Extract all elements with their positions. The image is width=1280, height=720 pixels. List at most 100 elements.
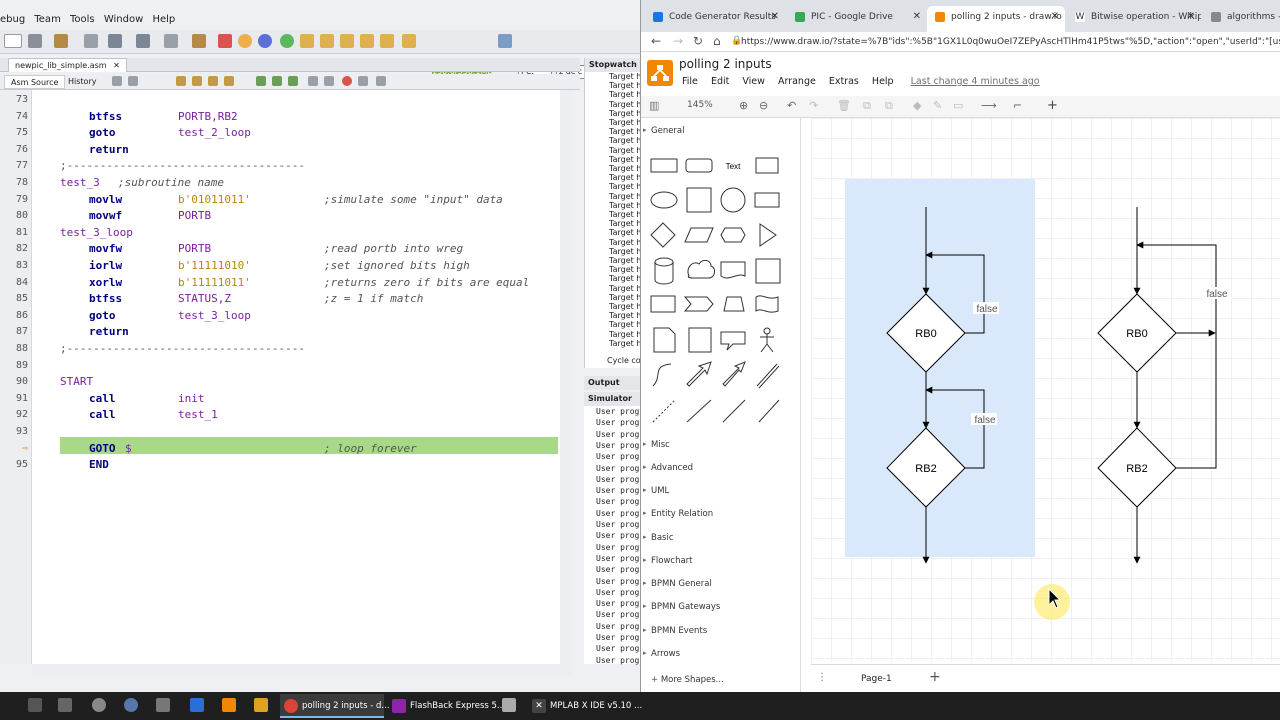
stop-macro-icon[interactable] [358, 76, 368, 86]
menu-edit[interactable]: Edit [711, 76, 729, 87]
back-arrow-icon[interactable]: ← [651, 34, 661, 48]
cylinder-shape-icon[interactable] [654, 257, 674, 285]
menu-extras[interactable]: Extras [829, 76, 859, 87]
set-pc-icon[interactable] [380, 34, 394, 48]
home-icon[interactable]: ⌂ [713, 34, 721, 48]
back-icon[interactable] [112, 76, 122, 86]
textbox-shape-icon[interactable] [755, 157, 779, 174]
code-line[interactable]: END [32, 457, 560, 473]
delete-icon[interactable]: 🗑 [837, 99, 851, 112]
pause-icon[interactable] [238, 34, 252, 48]
vertical-scrollbar[interactable] [560, 90, 572, 664]
code-line[interactable]: START [32, 374, 560, 390]
shift-left-icon[interactable] [308, 76, 318, 86]
close-icon[interactable]: ✕ [113, 61, 120, 70]
url-input[interactable]: https://www.draw.io/?state=%7B"ids":%5B"… [741, 34, 1280, 50]
menu-arrange[interactable]: Arrange [778, 76, 816, 87]
app-icon-4[interactable] [190, 698, 204, 712]
rectangle-shape-icon[interactable] [650, 158, 678, 173]
menu-help[interactable]: Help [872, 76, 894, 87]
section-entity-relation[interactable]: Entity Relation [643, 509, 713, 519]
ellipse-shape-icon[interactable] [650, 191, 678, 209]
redo-icon[interactable]: ↷ [809, 99, 818, 112]
circle-shape-icon[interactable] [720, 187, 746, 213]
menu-window[interactable]: Window [104, 14, 143, 25]
document-shape-icon[interactable] [720, 261, 746, 279]
code-line[interactable]: return [32, 142, 560, 158]
to-back-icon[interactable]: ⧉ [885, 99, 893, 113]
step-out-icon[interactable] [340, 34, 354, 48]
right-flowchart[interactable]: RB0 RB2 false [1097, 207, 1231, 564]
shift-right-icon[interactable] [324, 76, 334, 86]
zoom-level[interactable]: 145% [687, 100, 713, 110]
find-prev-icon[interactable] [192, 76, 202, 86]
taskbar-chrome-drawio[interactable]: polling 2 inputs - d... [280, 694, 390, 718]
toggle-bookmark-icon[interactable] [288, 76, 298, 86]
bidirectional-arrow-shape-icon[interactable] [686, 361, 712, 387]
dashed-line-shape-icon[interactable] [652, 399, 676, 423]
next-bookmark-icon[interactable] [272, 76, 282, 86]
section-flowchart[interactable]: Flowchart [643, 556, 692, 566]
square-shape-icon[interactable] [686, 187, 712, 213]
curve-shape-icon[interactable] [652, 363, 672, 387]
code-line[interactable]: call init [32, 391, 560, 407]
section-uml[interactable]: UML [643, 486, 669, 496]
microphone-icon[interactable] [28, 698, 42, 712]
prev-bookmark-icon[interactable] [256, 76, 266, 86]
code-editor[interactable]: btfss PORTB,RB2 goto test_2_loop return ;----… [32, 90, 560, 664]
menu-debug[interactable]: ebug [0, 14, 25, 25]
file-tab-newpic-lib-simple[interactable]: newpic_lib_simple.asm ✕ [8, 58, 127, 72]
reload-icon[interactable]: ↻ [693, 34, 703, 48]
config-dropdown[interactable] [4, 34, 22, 48]
step-into-icon[interactable] [320, 34, 334, 48]
stopwatch-title[interactable]: Stopwatch [585, 58, 640, 72]
code-line[interactable]: movfw PORTB ;read portb into wreg [32, 241, 560, 257]
code-line[interactable]: test_3 ;subroutine name [32, 175, 560, 191]
browser-tab-drawio[interactable]: polling 2 inputs - draw.io ✕ [927, 6, 1065, 32]
tab-asm-source[interactable]: Asm Source [4, 75, 66, 89]
browser-tab-wikipedia[interactable]: W Bitwise operation - Wikipec ✕ [1067, 6, 1201, 32]
table-shape-icon[interactable] [755, 258, 781, 284]
app-icon-6[interactable] [502, 698, 516, 712]
make-icon[interactable] [192, 34, 206, 48]
code-line[interactable]: xorlw b'11111011' ;returns zero if bits ar… [32, 275, 560, 291]
last-change-link[interactable]: Last change 4 minutes ago [911, 76, 1040, 87]
insert-plus-icon[interactable]: + [1047, 98, 1058, 113]
trapezoid-shape-icon[interactable] [723, 296, 745, 312]
close-tab-icon[interactable]: ✕ [1051, 6, 1059, 28]
browser-tab-google-drive[interactable]: PIC - Google Drive ✕ [787, 6, 927, 32]
forward-icon[interactable] [128, 76, 138, 86]
code-line[interactable] [32, 358, 560, 374]
find-icon[interactable] [176, 76, 186, 86]
code-line[interactable]: goto test_3_loop [32, 308, 560, 324]
rounded-rectangle-shape-icon[interactable] [685, 158, 713, 173]
close-tab-icon[interactable]: ✕ [913, 6, 921, 28]
arrow-shape-icon[interactable] [722, 361, 746, 387]
section-general[interactable]: General [643, 126, 684, 136]
step-shape-icon[interactable] [683, 296, 714, 312]
directional-connector-shape-icon[interactable] [758, 399, 780, 423]
diagram-canvas[interactable]: RB0 false RB2 false RB0 RB2 false [811, 118, 1280, 662]
close-tab-icon[interactable]: ✕ [771, 6, 779, 28]
app-icon-3[interactable] [156, 698, 170, 712]
triangle-shape-icon[interactable] [759, 223, 777, 247]
line-color-icon[interactable]: ✎ [933, 99, 942, 112]
app-icon-5[interactable] [222, 698, 236, 712]
code-line[interactable]: goto test_2_loop [32, 125, 560, 141]
section-basic[interactable]: Basic [643, 533, 673, 543]
menu-view[interactable]: View [742, 76, 765, 87]
section-advanced[interactable]: Advanced [643, 463, 693, 473]
reset-icon[interactable] [258, 34, 272, 48]
program-device-icon[interactable] [108, 34, 122, 48]
task-view-icon[interactable] [58, 698, 72, 712]
browser-tab-code-generator[interactable]: Code Generator Results ✕ [645, 6, 785, 32]
output-tab[interactable]: Output [584, 376, 640, 390]
format-panel-icon[interactable]: ▥ [649, 99, 659, 112]
menu-file[interactable]: File [682, 76, 698, 87]
code-line[interactable]: return [32, 324, 560, 340]
selection-container[interactable] [845, 179, 1035, 557]
focus-pc-icon[interactable] [402, 34, 416, 48]
connection-icon[interactable]: ⟶ [981, 99, 997, 112]
waypoints-icon[interactable]: ⌐ [1013, 99, 1022, 112]
link-shape-icon[interactable] [756, 363, 780, 389]
